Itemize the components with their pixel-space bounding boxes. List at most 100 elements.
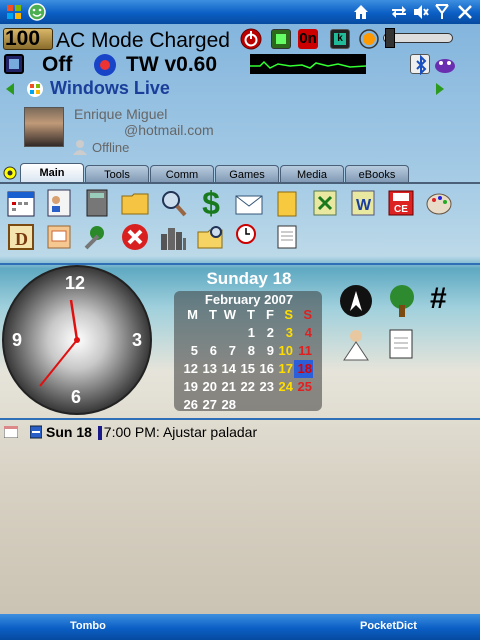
calendar-day[interactable]: 5 (180, 342, 199, 360)
alarm-clock-app-icon[interactable] (232, 220, 266, 254)
wireless-toggle[interactable]: 0n (298, 29, 318, 49)
collapse-icon[interactable] (29, 425, 43, 439)
navigation-app-icon[interactable] (338, 283, 374, 319)
calendar-day[interactable]: 17 (275, 360, 294, 378)
city-app-icon[interactable] (156, 220, 190, 254)
document-app-icon[interactable] (270, 220, 304, 254)
close-app-icon[interactable] (118, 220, 152, 254)
word-app-icon[interactable]: W (346, 186, 380, 220)
calendar-day[interactable]: 13 (199, 360, 218, 378)
calendar-day[interactable]: 22 (237, 378, 256, 396)
search-app-icon[interactable] (156, 186, 190, 220)
home-icon[interactable] (352, 3, 370, 21)
settings-gear-icon[interactable] (2, 165, 18, 181)
calendar-day[interactable]: 12 (180, 360, 199, 378)
analog-clock[interactable]: 12 3 6 9 (2, 265, 152, 415)
save-disk-app-icon[interactable]: CE (384, 186, 418, 220)
calendar-day[interactable]: 24 (275, 378, 294, 396)
activity-graph[interactable] (250, 54, 367, 74)
signal-icon[interactable] (433, 3, 451, 21)
excel-app-icon[interactable] (308, 186, 342, 220)
tab-comm[interactable]: Comm (150, 165, 214, 183)
calendar-day[interactable]: 1 (237, 324, 256, 342)
calculator-app-icon[interactable] (80, 186, 114, 220)
appointment-date: Sun 18 (46, 424, 92, 440)
bluetooth-icon[interactable] (410, 54, 430, 76)
left-softkey[interactable]: Tombo (70, 620, 106, 632)
calendar-small-icon (3, 425, 19, 439)
calendar-day-label[interactable]: Sunday 18 (174, 269, 324, 289)
tab-main[interactable]: Main (20, 163, 84, 183)
display-icon[interactable] (271, 29, 291, 49)
wizard-app-icon[interactable] (338, 326, 374, 362)
windows-live-title[interactable]: Windows Live (50, 78, 170, 99)
memory-icon[interactable] (4, 54, 24, 74)
appointment-text: 7:00 PM: Ajustar paladar (103, 424, 258, 440)
calendar-app-icon[interactable] (4, 186, 38, 220)
folder-search-app-icon[interactable] (194, 220, 228, 254)
calendar-day[interactable]: 15 (237, 360, 256, 378)
notes-app-icon[interactable] (270, 186, 304, 220)
tab-ebooks[interactable]: eBooks (345, 165, 409, 183)
brightness-icon[interactable] (357, 28, 381, 50)
tab-media[interactable]: Media (280, 165, 344, 183)
next-arrow-icon[interactable] (436, 83, 444, 95)
calendar-day[interactable]: 27 (199, 396, 218, 414)
volume-muted-icon[interactable] (412, 3, 430, 21)
calendar-day[interactable]: 2 (256, 324, 275, 342)
brightness-slider-thumb[interactable] (385, 28, 395, 48)
dictionary-app-icon[interactable]: D (4, 220, 38, 254)
appointment-row[interactable]: Sun 18 7:00 PM: Ajustar paladar (46, 424, 258, 441)
calendar-day[interactable]: 16 (256, 360, 275, 378)
avatar[interactable] (24, 107, 64, 147)
calendar-day[interactable]: 4 (294, 324, 313, 342)
pet-icon[interactable] (433, 53, 457, 75)
calendar-day[interactable]: 8 (237, 342, 256, 360)
start-menu-icon[interactable] (5, 3, 23, 21)
tree-app-icon[interactable] (384, 283, 420, 319)
calendar-day[interactable]: 11 (294, 342, 313, 360)
calendar-day[interactable]: 26 (180, 396, 199, 414)
right-softkey[interactable]: PocketDict (360, 620, 417, 632)
hash-app-icon[interactable]: # (430, 282, 460, 318)
calendar-day[interactable]: 19 (180, 378, 199, 396)
calendar-month-label[interactable]: February 2007 (174, 292, 324, 307)
keyboard-icon[interactable]: k (330, 29, 350, 49)
close-icon[interactable] (456, 3, 474, 21)
paint-app-icon[interactable] (422, 186, 456, 220)
calendar-day[interactable]: 23 (256, 378, 275, 396)
mail-app-icon[interactable] (232, 186, 266, 220)
calendar-week: 26 27 28 (180, 396, 320, 414)
notepad-app-icon[interactable] (384, 326, 420, 362)
location-icon[interactable] (92, 52, 118, 78)
calendar-day[interactable]: 18 (294, 360, 313, 378)
calendar-week: 1234 (180, 324, 320, 342)
calendar-day[interactable]: 25 (294, 378, 313, 396)
tab-tools[interactable]: Tools (85, 165, 149, 183)
power-mode-text[interactable]: AC Mode Charged (56, 29, 230, 53)
folder-app-icon[interactable] (118, 186, 152, 220)
tools-app-icon[interactable] (80, 220, 114, 254)
calendar-day[interactable]: 28 (218, 396, 237, 414)
calendar-day[interactable]: 21 (218, 378, 237, 396)
calendar-day (294, 396, 313, 414)
calendar-day[interactable]: 6 (199, 342, 218, 360)
calendar-day[interactable]: 3 (275, 324, 294, 342)
app-version-text[interactable]: TW v0.60 (126, 53, 217, 77)
calendar-day[interactable]: 14 (218, 360, 237, 378)
contacts-app-icon[interactable] (42, 186, 76, 220)
connectivity-icon[interactable] (390, 3, 408, 21)
calendar-day (180, 324, 199, 342)
smiley-icon[interactable] (28, 3, 46, 21)
previous-arrow-icon[interactable] (6, 83, 14, 95)
calendar-grid[interactable]: M T W T F S S 1 2 3 4 5 6 7 8 9 10 11 12 13 14 15 16 17 18 19 20 21… (180, 306, 320, 414)
calendar-day[interactable]: 7 (218, 342, 237, 360)
calendar-day[interactable]: 10 (275, 342, 294, 360)
radio-state-text[interactable]: Off (42, 53, 72, 77)
presentation-app-icon[interactable] (42, 220, 76, 254)
calendar-day[interactable]: 9 (256, 342, 275, 360)
tab-games[interactable]: Games (215, 165, 279, 183)
calendar-day[interactable]: 20 (199, 378, 218, 396)
power-button-icon[interactable] (240, 28, 262, 50)
money-app-icon[interactable]: $ (194, 185, 228, 221)
